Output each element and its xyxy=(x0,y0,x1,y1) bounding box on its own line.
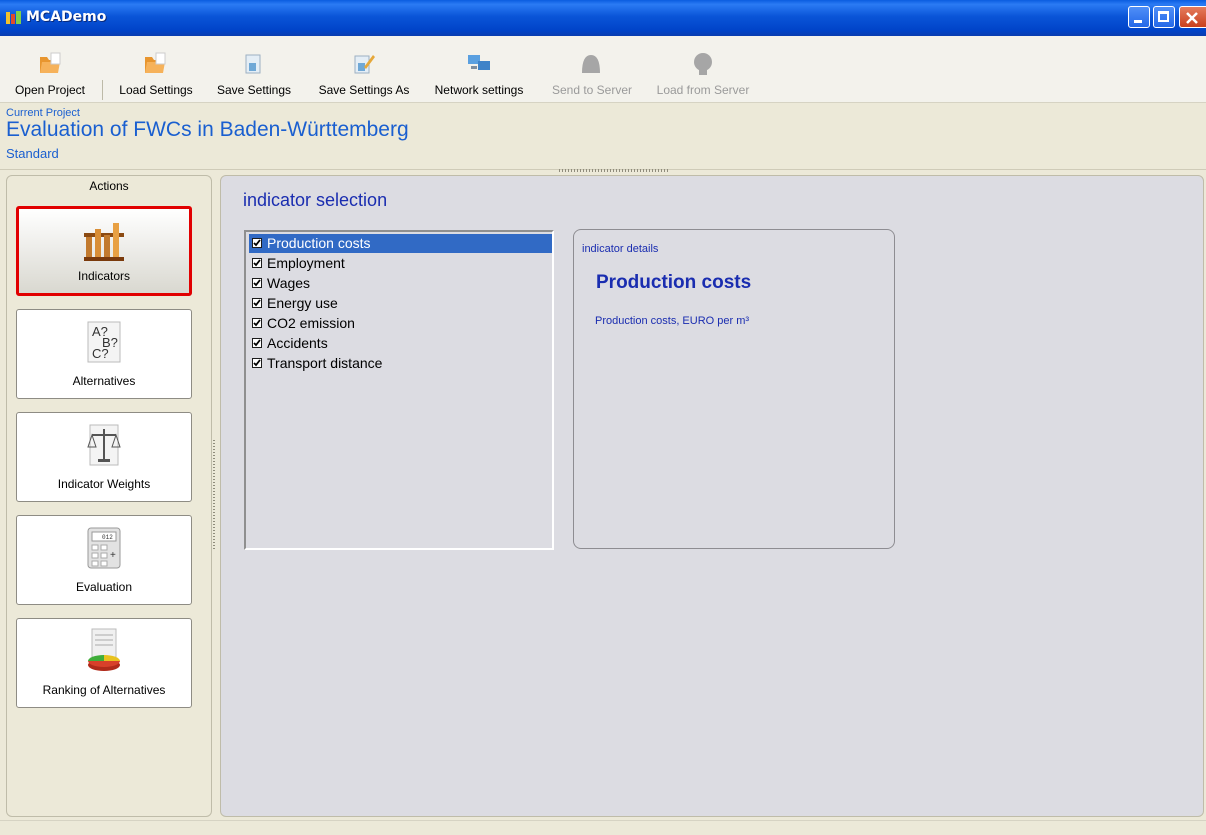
indicator-details-caption: indicator details xyxy=(582,243,659,255)
indicators-button[interactable]: Indicators xyxy=(16,206,192,296)
minimize-icon xyxy=(1134,20,1142,23)
indicator-weights-label: Indicator Weights xyxy=(57,477,151,491)
list-item[interactable]: Energy use xyxy=(249,294,549,313)
list-item-label: Accidents xyxy=(267,335,328,351)
close-button[interactable] xyxy=(1179,6,1206,28)
maximize-button[interactable] xyxy=(1153,6,1175,28)
list-item-label: Production costs xyxy=(267,235,371,251)
ranking-of-alternatives-button[interactable]: Ranking of Alternatives xyxy=(16,618,192,708)
alternatives-button[interactable]: A? B? C? Alternatives xyxy=(16,309,192,399)
send-to-server-label: Send to Server xyxy=(551,83,633,97)
checkbox[interactable] xyxy=(252,278,262,288)
close-icon xyxy=(1186,12,1198,24)
ranking-of-alternatives-label: Ranking of Alternatives xyxy=(42,683,166,697)
checkbox[interactable] xyxy=(252,358,262,368)
list-item[interactable]: Wages xyxy=(249,274,549,293)
evaluation-label: Evaluation xyxy=(75,580,133,594)
pie-chart-icon xyxy=(88,628,120,671)
indicator-details-description: Production costs, EURO per m³ xyxy=(595,315,750,327)
title-bar: MCADemo xyxy=(0,0,1206,36)
minimize-button[interactable] xyxy=(1128,6,1150,28)
list-item-label: Employment xyxy=(267,255,345,271)
save-as-icon xyxy=(354,55,375,74)
checkbox[interactable] xyxy=(252,298,262,308)
open-project-button[interactable]: Open Project xyxy=(0,36,100,102)
list-item-label: CO2 emission xyxy=(267,315,355,331)
vertical-splitter-handle[interactable] xyxy=(213,440,215,550)
scales-icon xyxy=(87,424,121,466)
folder-icon xyxy=(40,52,61,73)
list-item-label: Energy use xyxy=(267,295,338,311)
project-title: Evaluation of FWCs in Baden-Württemberg xyxy=(6,118,409,141)
network-settings-button[interactable]: Network settings xyxy=(424,36,534,102)
indicators-icon xyxy=(84,223,124,261)
checkbox[interactable] xyxy=(252,318,262,328)
indicator-details-panel: indicator details Production costs Produ… xyxy=(573,229,895,549)
network-settings-label: Network settings xyxy=(434,83,524,97)
splitter-handle[interactable] xyxy=(559,169,669,172)
maximize-icon xyxy=(1158,11,1169,22)
svg-text:012: 012 xyxy=(102,534,113,541)
toolbar: Open Project Load Settings Save Settings… xyxy=(0,36,1206,103)
checkbox[interactable] xyxy=(252,238,262,248)
status-bar xyxy=(0,820,1206,835)
network-icon xyxy=(468,55,490,70)
app-icon xyxy=(6,11,22,25)
list-item-label: Transport distance xyxy=(267,355,383,371)
load-settings-button[interactable]: Load Settings xyxy=(106,36,206,102)
toolbar-separator xyxy=(102,80,103,100)
server-download-icon xyxy=(694,53,712,75)
list-item[interactable]: CO2 emission xyxy=(249,314,549,333)
main-panel: indicator selection Production costs Emp… xyxy=(220,175,1204,817)
load-settings-label: Load Settings xyxy=(119,83,193,97)
save-settings-as-label: Save Settings As xyxy=(318,83,410,97)
indicator-list[interactable]: Production costs Employment Wages Energy… xyxy=(244,230,554,550)
checkbox[interactable] xyxy=(252,258,262,268)
indicator-weights-button[interactable]: Indicator Weights xyxy=(16,412,192,502)
save-settings-as-button[interactable]: Save Settings As xyxy=(306,36,422,102)
indicator-selection-title: indicator selection xyxy=(243,190,388,210)
window-title: MCADemo xyxy=(26,9,107,25)
project-header: Current Project Evaluation of FWCs in Ba… xyxy=(0,103,1206,170)
svg-text:+: + xyxy=(110,550,116,561)
list-item[interactable]: Accidents xyxy=(249,334,549,353)
checkbox[interactable] xyxy=(252,338,262,348)
svg-text:C?: C? xyxy=(92,346,109,361)
indicator-details-name: Production costs xyxy=(596,272,752,293)
list-item[interactable]: Employment xyxy=(249,254,549,273)
calculator-icon: 012 + xyxy=(87,527,121,569)
save-icon xyxy=(245,54,261,74)
server-upload-icon xyxy=(582,55,600,73)
load-from-server-button[interactable]: Load from Server xyxy=(648,36,758,102)
actions-title: Actions xyxy=(89,179,129,193)
project-subtitle: Standard xyxy=(6,146,59,161)
alternatives-label: Alternatives xyxy=(72,374,136,388)
load-from-server-label: Load from Server xyxy=(656,83,750,97)
save-settings-button[interactable]: Save Settings xyxy=(208,36,300,102)
list-item-label: Wages xyxy=(267,275,311,291)
actions-panel: Actions Indicators A? B? C? Alternatives… xyxy=(6,175,212,817)
evaluation-button[interactable]: 012 + Evaluation xyxy=(16,515,192,605)
send-to-server-button[interactable]: Send to Server xyxy=(544,36,640,102)
alternatives-icon: A? B? C? xyxy=(87,321,121,363)
folder-icon xyxy=(145,52,166,73)
open-project-label: Open Project xyxy=(14,83,86,97)
list-item[interactable]: Transport distance xyxy=(249,354,549,373)
indicators-label: Indicators xyxy=(77,269,131,283)
list-item[interactable]: Production costs xyxy=(249,234,552,253)
save-settings-label: Save Settings xyxy=(216,83,292,97)
